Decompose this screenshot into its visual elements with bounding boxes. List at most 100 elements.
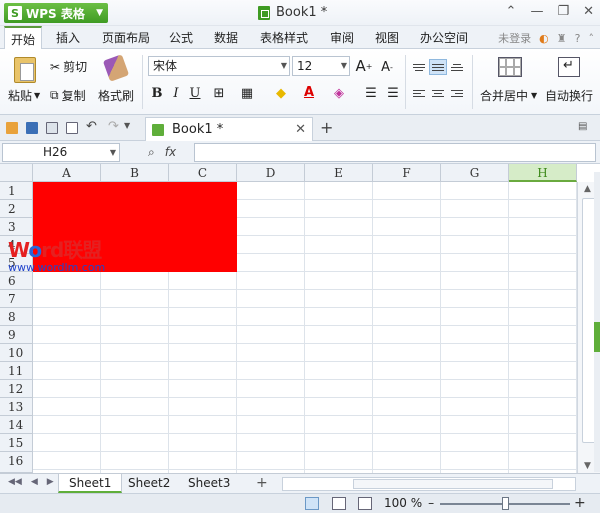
align-middle-button[interactable] <box>429 59 447 75</box>
formula-input[interactable] <box>194 143 596 162</box>
column-header-active[interactable]: H <box>509 164 577 182</box>
page-break-view-icon[interactable] <box>332 497 346 510</box>
close-icon[interactable]: ✕ <box>583 4 594 19</box>
next-sheet-icon[interactable]: ▶ <box>47 477 54 487</box>
row-header[interactable]: 9 <box>0 326 33 344</box>
indent-increase-icon[interactable]: ☰ <box>384 84 402 102</box>
row-header[interactable]: 7 <box>0 290 33 308</box>
side-panel-handle[interactable] <box>594 322 600 352</box>
scroll-up-icon[interactable]: ▲ <box>584 184 591 194</box>
grow-font-button[interactable]: A + <box>355 57 373 75</box>
cut-button[interactable]: ✂ 剪切 <box>50 58 87 75</box>
row-header[interactable]: 8 <box>0 308 33 326</box>
tab-office-space[interactable]: 办公空间 <box>420 29 468 46</box>
align-left-button[interactable] <box>410 85 428 101</box>
shrink-font-button[interactable]: A- <box>378 58 396 76</box>
merge-center-button[interactable] <box>498 57 522 77</box>
first-sheet-icon[interactable]: ◀◀ <box>8 477 22 487</box>
format-painter-button[interactable] <box>102 54 130 82</box>
normal-view-icon[interactable] <box>305 497 319 510</box>
tab-insert[interactable]: 插入 <box>56 29 80 46</box>
column-header[interactable]: A <box>33 164 101 182</box>
tab-review[interactable]: 审阅 <box>330 29 354 46</box>
name-box[interactable]: H26 ▼ <box>2 143 120 162</box>
sheet-tab-sheet2[interactable]: Sheet2 <box>118 474 180 493</box>
scroll-down-icon[interactable]: ▼ <box>584 461 591 471</box>
column-header[interactable]: B <box>101 164 169 182</box>
shirt-icon[interactable]: ♜ <box>557 32 567 45</box>
tab-list-icon[interactable]: ▤ <box>578 121 587 132</box>
underline-button[interactable]: U <box>186 84 204 102</box>
column-header[interactable]: E <box>305 164 373 182</box>
tab-data[interactable]: 数据 <box>214 29 238 46</box>
skin-icon[interactable]: ◐ <box>539 32 549 45</box>
clear-format-icon[interactable]: ◈ <box>330 84 348 102</box>
column-header[interactable]: G <box>441 164 509 182</box>
paste-label-button[interactable]: 粘贴 ▼ <box>8 87 40 104</box>
row-header[interactable]: 16 <box>0 452 33 473</box>
auto-wrap-button[interactable] <box>558 57 580 77</box>
align-right-button[interactable] <box>448 85 466 101</box>
zoom-in-icon[interactable]: + <box>574 495 586 511</box>
ribbon-toggle-icon[interactable]: ⌃ <box>506 4 517 19</box>
row-header[interactable]: 13 <box>0 398 33 416</box>
font-name-select[interactable]: 宋体 ▼ <box>148 56 290 76</box>
align-top-button[interactable] <box>410 59 428 75</box>
tab-home[interactable]: 开始 <box>4 26 43 50</box>
row-header[interactable]: 11 <box>0 362 33 380</box>
tab-page-layout[interactable]: 页面布局 <box>102 29 150 46</box>
paste-button[interactable] <box>14 57 36 83</box>
row-header[interactable]: 6 <box>0 272 33 290</box>
horizontal-scrollbar[interactable] <box>282 477 576 491</box>
undo-icon[interactable]: ↶ <box>86 119 97 134</box>
zoom-lookup-icon[interactable]: ⌕ <box>148 145 155 160</box>
tab-view[interactable]: 视图 <box>375 29 399 46</box>
close-tab-icon[interactable]: ✕ <box>295 122 306 137</box>
merge-center-label[interactable]: 合并居中 ▼ <box>480 87 537 104</box>
prev-sheet-icon[interactable]: ◀ <box>31 477 38 487</box>
column-header[interactable]: F <box>373 164 441 182</box>
border-icon[interactable]: ⊞ <box>210 84 228 102</box>
column-header[interactable]: C <box>169 164 237 182</box>
row-header[interactable]: 10 <box>0 344 33 362</box>
sheet-tab-sheet3[interactable]: Sheet3 <box>178 474 240 493</box>
app-menu-button[interactable]: S WPS 表格 ▼ <box>4 3 108 23</box>
restore-icon[interactable]: ❐ <box>557 4 569 19</box>
minimize-icon[interactable]: — <box>530 4 543 19</box>
fullscreen-view-icon[interactable] <box>358 497 372 510</box>
print-preview-icon[interactable] <box>66 122 78 134</box>
new-tab-icon[interactable]: + <box>320 118 333 137</box>
copy-button[interactable]: ⧉ 复制 <box>50 87 86 104</box>
fill-color-icon[interactable]: ◆ <box>272 84 290 102</box>
italic-button[interactable]: I <box>167 84 185 102</box>
font-color-icon[interactable]: A <box>300 83 318 101</box>
login-link[interactable]: 未登录 <box>498 30 531 46</box>
zoom-out-icon[interactable]: – <box>428 496 434 510</box>
ribbon-collapse-icon[interactable]: ˄ <box>589 32 595 45</box>
insert-function-icon[interactable]: fx <box>165 145 176 160</box>
row-header[interactable]: 12 <box>0 380 33 398</box>
save-icon[interactable] <box>26 122 38 134</box>
row-header[interactable]: 14 <box>0 416 33 434</box>
select-all-corner[interactable] <box>0 164 33 182</box>
redo-icon[interactable]: ↷ <box>108 119 119 134</box>
row-header[interactable]: 1 <box>0 182 33 200</box>
align-center-button[interactable] <box>429 85 447 101</box>
cell-style-icon[interactable]: ▦ <box>238 84 256 102</box>
scroll-thumb[interactable] <box>353 479 553 489</box>
auto-wrap-label[interactable]: 自动换行 <box>545 87 593 104</box>
sheet-tab-sheet1[interactable]: Sheet1 <box>58 474 123 493</box>
add-sheet-icon[interactable]: + <box>256 475 268 491</box>
tab-table-style[interactable]: 表格样式 <box>260 29 308 46</box>
help-icon[interactable]: ? <box>575 32 581 45</box>
indent-decrease-icon[interactable]: ☰ <box>362 84 380 102</box>
document-tab[interactable]: Book1 * ✕ <box>145 117 313 141</box>
font-size-select[interactable]: 12 ▼ <box>292 56 350 76</box>
customize-qat-icon[interactable]: ▼ <box>124 121 130 130</box>
open-folder-icon[interactable] <box>6 122 18 134</box>
print-icon[interactable] <box>46 122 58 134</box>
tab-formulas[interactable]: 公式 <box>169 29 193 46</box>
align-bottom-button[interactable] <box>448 59 466 75</box>
column-header[interactable]: D <box>237 164 305 182</box>
zoom-slider-thumb[interactable] <box>502 497 509 510</box>
